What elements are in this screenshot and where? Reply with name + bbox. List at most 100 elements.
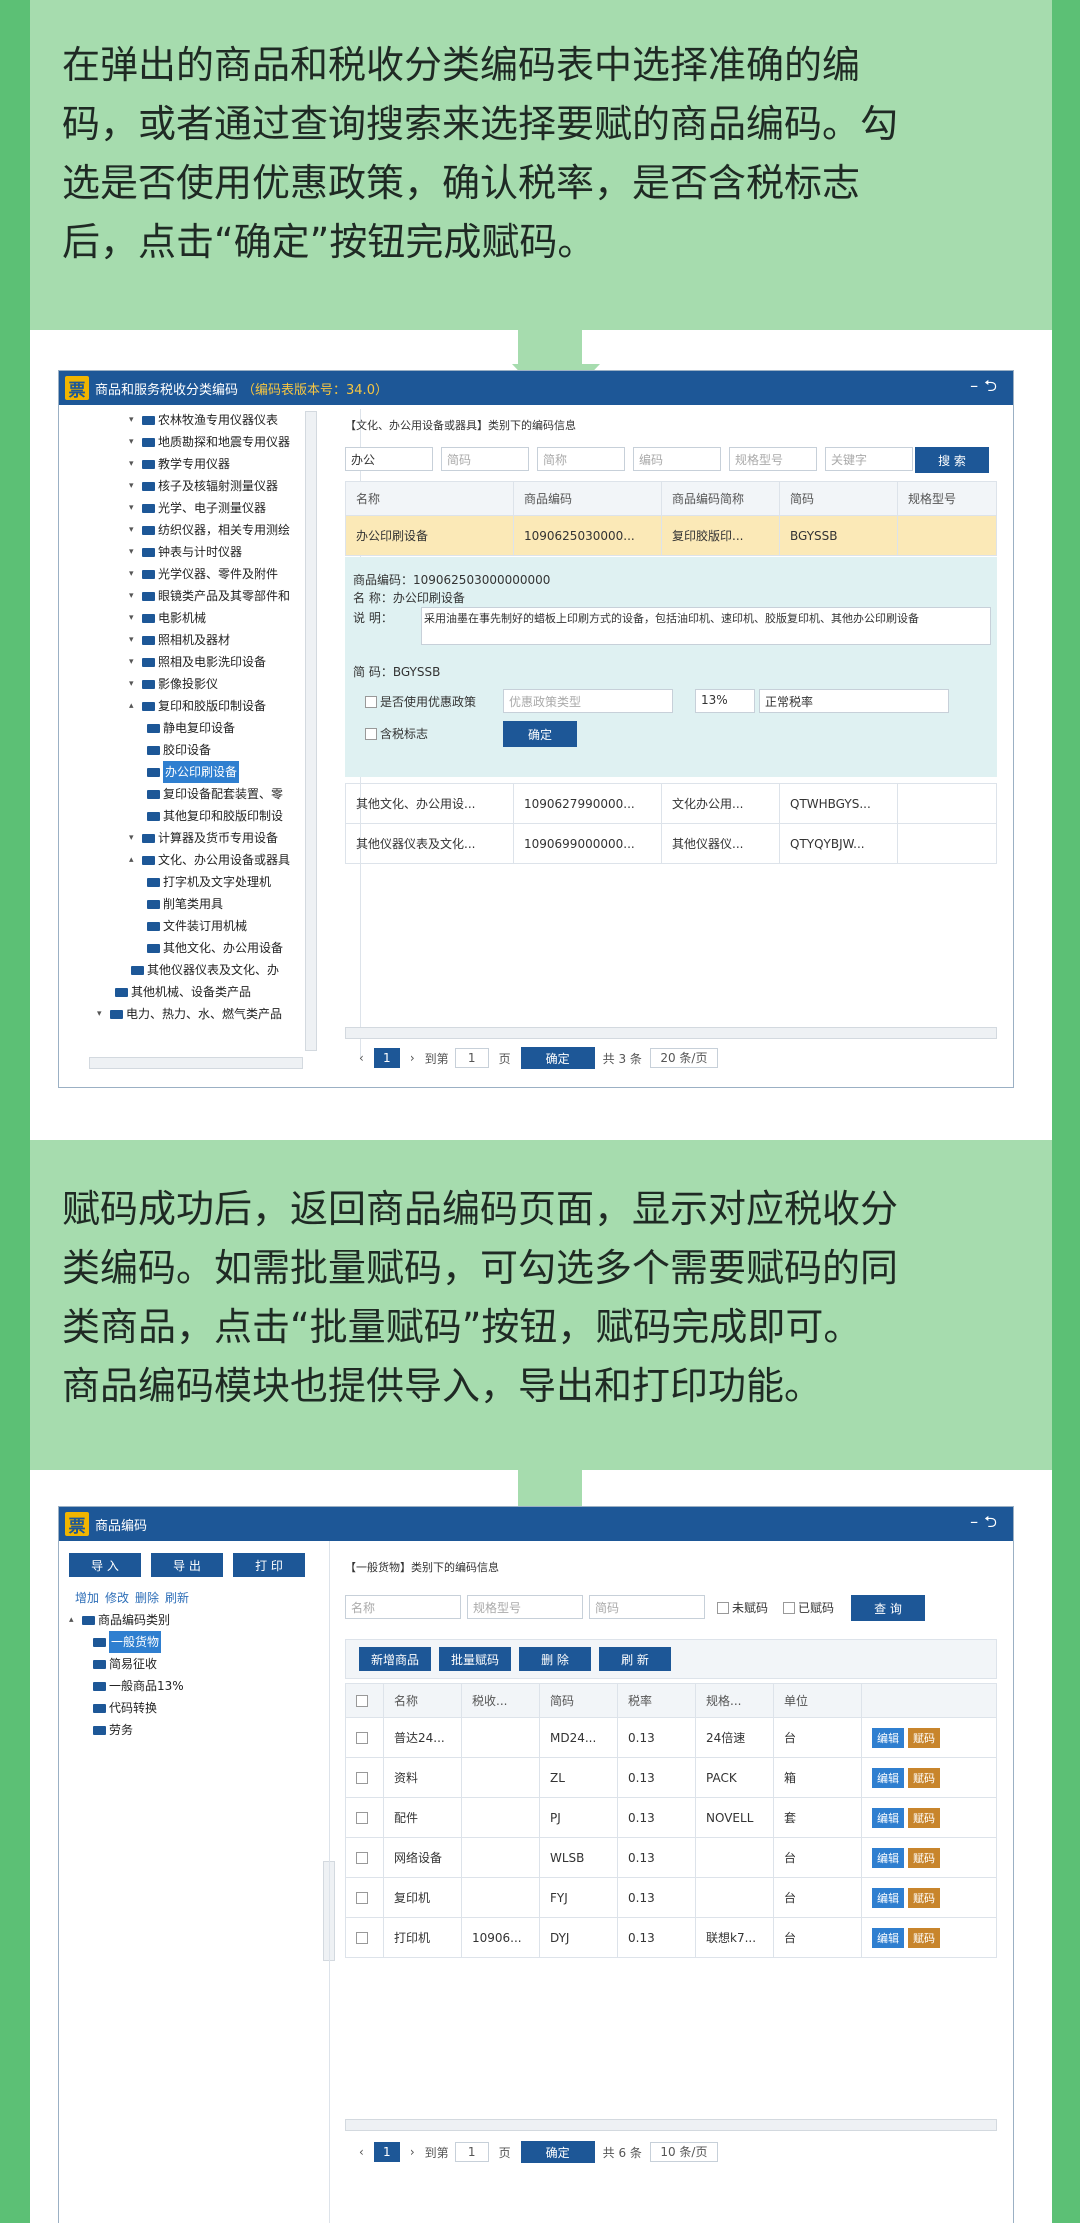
row-checkbox[interactable] <box>356 1892 368 1904</box>
page-size-select[interactable]: 10 条/页 <box>649 2142 718 2162</box>
table-row[interactable]: 资料 ZL 0.13 PACK 箱编辑 赋码 <box>345 1757 997 1798</box>
query-button[interactable]: 查 询 <box>851 1595 925 1621</box>
goto-button[interactable]: 确定 <box>520 2141 595 2163</box>
select-all-checkbox[interactable] <box>345 1683 384 1718</box>
tree-node[interactable]: ▾ 电影机械 <box>89 607 360 629</box>
row-checkbox[interactable] <box>356 1852 368 1864</box>
col-header[interactable]: 税率 <box>617 1683 696 1718</box>
add-link[interactable]: 增加 <box>75 1591 99 1605</box>
unassigned-checkbox[interactable]: 未赋码 <box>717 1599 768 1616</box>
col-header[interactable]: 单位 <box>773 1683 862 1718</box>
table-row[interactable]: 普达24... MD24... 0.13 24倍速台编辑 赋码 <box>345 1717 997 1758</box>
goto-input[interactable]: 1 <box>454 1048 489 1068</box>
assign-button[interactable]: 赋码 <box>908 1927 940 1948</box>
tree-node[interactable]: ▾ 照相及电影洗印设备 <box>89 651 360 673</box>
tree-root[interactable]: ▴ 商品编码类别 <box>69 1609 299 1631</box>
row-checkbox[interactable] <box>356 1772 368 1784</box>
tree-node[interactable]: 胶印设备 <box>89 739 360 761</box>
assign-button[interactable]: 赋码 <box>908 1767 940 1788</box>
tree-node[interactable]: ▾ 农林牧渔专用仪器仪表 <box>89 409 360 431</box>
row-checkbox[interactable] <box>356 1732 368 1744</box>
current-page[interactable]: 1 <box>373 1048 400 1068</box>
tree-node[interactable]: 其他仪器仪表及文化、办 <box>89 959 360 981</box>
jc-search-input[interactable]: 简称 <box>537 447 625 471</box>
col-header[interactable]: 简码 <box>779 481 898 516</box>
assign-button[interactable]: 赋码 <box>908 1887 940 1908</box>
edit-button[interactable]: 编辑 <box>872 1847 904 1868</box>
export-button[interactable]: 导 出 <box>151 1553 223 1577</box>
spec-search-input[interactable]: 规格型号 <box>729 447 817 471</box>
col-header[interactable]: 名称 <box>345 481 514 516</box>
edit-button[interactable]: 编辑 <box>872 1767 904 1788</box>
tax-rate-select[interactable]: 13% <box>695 689 755 713</box>
tree-node[interactable]: 简易征收 <box>69 1653 299 1675</box>
col-header[interactable]: 简码 <box>539 1683 618 1718</box>
spec-search-input[interactable]: 规格型号 <box>467 1595 583 1619</box>
tree-node[interactable]: 其他复印和胶版印制设 <box>89 805 360 827</box>
window-controls[interactable]: –⮌ <box>970 375 1003 402</box>
tree-node[interactable]: 劳务 <box>69 1719 299 1741</box>
edit-link[interactable]: 修改 <box>105 1591 129 1605</box>
tree-node[interactable]: ▾ 影像投影仪 <box>89 673 360 695</box>
tree-node[interactable]: ▾ 地质勘探和地震专用仪器 <box>89 431 360 453</box>
tax-flag-checkbox[interactable]: 含税标志 <box>365 725 428 742</box>
tree-node[interactable]: ▴ 文化、办公用设备或器具 <box>89 849 360 871</box>
tree-node[interactable]: 静电复印设备 <box>89 717 360 739</box>
tree-node[interactable]: 文件装订用机械 <box>89 915 360 937</box>
table-row[interactable]: 办公印刷设备 1090625030000... 复印胶版印... BGYSSB <box>345 515 997 556</box>
pref-type-select[interactable]: 优惠政策类型 <box>503 689 673 713</box>
tree-node[interactable]: 削笔类用具 <box>89 893 360 915</box>
prev-page-icon[interactable]: ‹ <box>359 2145 364 2159</box>
batch-assign-button[interactable]: 批量赋码 <box>439 1647 511 1671</box>
tree-node[interactable]: ▾ 纺织仪器，相关专用测绘 <box>89 519 360 541</box>
assigned-checkbox[interactable]: 已赋码 <box>783 1599 834 1616</box>
confirm-button[interactable]: 确定 <box>503 721 577 747</box>
keyword-search-input[interactable]: 关键字 <box>825 447 913 471</box>
window-controls[interactable]: –⮌ <box>970 1511 1003 1538</box>
col-header[interactable]: 商品编码 <box>513 481 662 516</box>
col-header[interactable]: 规格... <box>695 1683 774 1718</box>
rate-type-select[interactable]: 正常税率 <box>759 689 949 713</box>
tree-node[interactable]: ▾ 照相机及器材 <box>89 629 360 651</box>
col-header[interactable]: 商品编码简称 <box>661 481 780 516</box>
print-button[interactable]: 打 印 <box>233 1553 305 1577</box>
jm-search-input[interactable]: 简码 <box>589 1595 705 1619</box>
delete-button[interactable]: 删 除 <box>519 1647 591 1671</box>
assign-button[interactable]: 赋码 <box>908 1847 940 1868</box>
refresh-link[interactable]: 刷新 <box>165 1591 189 1605</box>
table-row[interactable]: 配件 PJ 0.13 NOVELL 套编辑 赋码 <box>345 1797 997 1838</box>
row-checkbox[interactable] <box>356 1932 368 1944</box>
col-header[interactable]: 规格型号 <box>897 481 997 516</box>
new-product-button[interactable]: 新增商品 <box>359 1647 431 1671</box>
next-page-icon[interactable]: › <box>410 2145 415 2159</box>
code-search-input[interactable]: 编码 <box>633 447 721 471</box>
tree-node[interactable]: 其他机械、设备类产品 <box>89 981 360 1003</box>
tree-node[interactable]: 一般商品13% <box>69 1675 299 1697</box>
assign-button[interactable]: 赋码 <box>908 1807 940 1828</box>
tree-node[interactable]: ▾ 钟表与计时仪器 <box>89 541 360 563</box>
goto-button[interactable]: 确定 <box>520 1047 595 1069</box>
edit-button[interactable]: 编辑 <box>872 1807 904 1828</box>
tree-node-selected[interactable]: 办公印刷设备 <box>89 761 360 783</box>
jm-search-input[interactable]: 简码 <box>441 447 529 471</box>
edit-button[interactable]: 编辑 <box>872 1887 904 1908</box>
table-hscrollbar[interactable] <box>345 2119 997 2131</box>
row-checkbox[interactable] <box>356 1812 368 1824</box>
prev-page-icon[interactable]: ‹ <box>359 1051 364 1065</box>
col-header[interactable]: 名称 <box>383 1683 462 1718</box>
refresh-button[interactable]: 刷 新 <box>599 1647 671 1671</box>
edit-button[interactable]: 编辑 <box>872 1927 904 1948</box>
keyword-input[interactable]: 办公 <box>345 447 433 471</box>
col-header[interactable]: 税收... <box>461 1683 540 1718</box>
table-row[interactable]: 其他仪器仪表及文化... 1090699000000... 其他仪器仪... QTYQ… <box>345 823 997 864</box>
tree-node[interactable]: ▴ 复印和胶版印制设备 <box>89 695 360 717</box>
assign-button[interactable]: 赋码 <box>908 1727 940 1748</box>
pref-checkbox[interactable]: 是否使用优惠政策 <box>365 693 476 710</box>
tree-node[interactable]: 打字机及文字处理机 <box>89 871 360 893</box>
tree-node-selected[interactable]: 一般货物 <box>69 1631 299 1653</box>
delete-link[interactable]: 删除 <box>135 1591 159 1605</box>
tree-node[interactable]: 代码转换 <box>69 1697 299 1719</box>
tree-node[interactable]: ▾ 光学、电子测量仪器 <box>89 497 360 519</box>
goto-input[interactable]: 1 <box>454 2142 489 2162</box>
tree-node[interactable]: ▾ 教学专用仪器 <box>89 453 360 475</box>
